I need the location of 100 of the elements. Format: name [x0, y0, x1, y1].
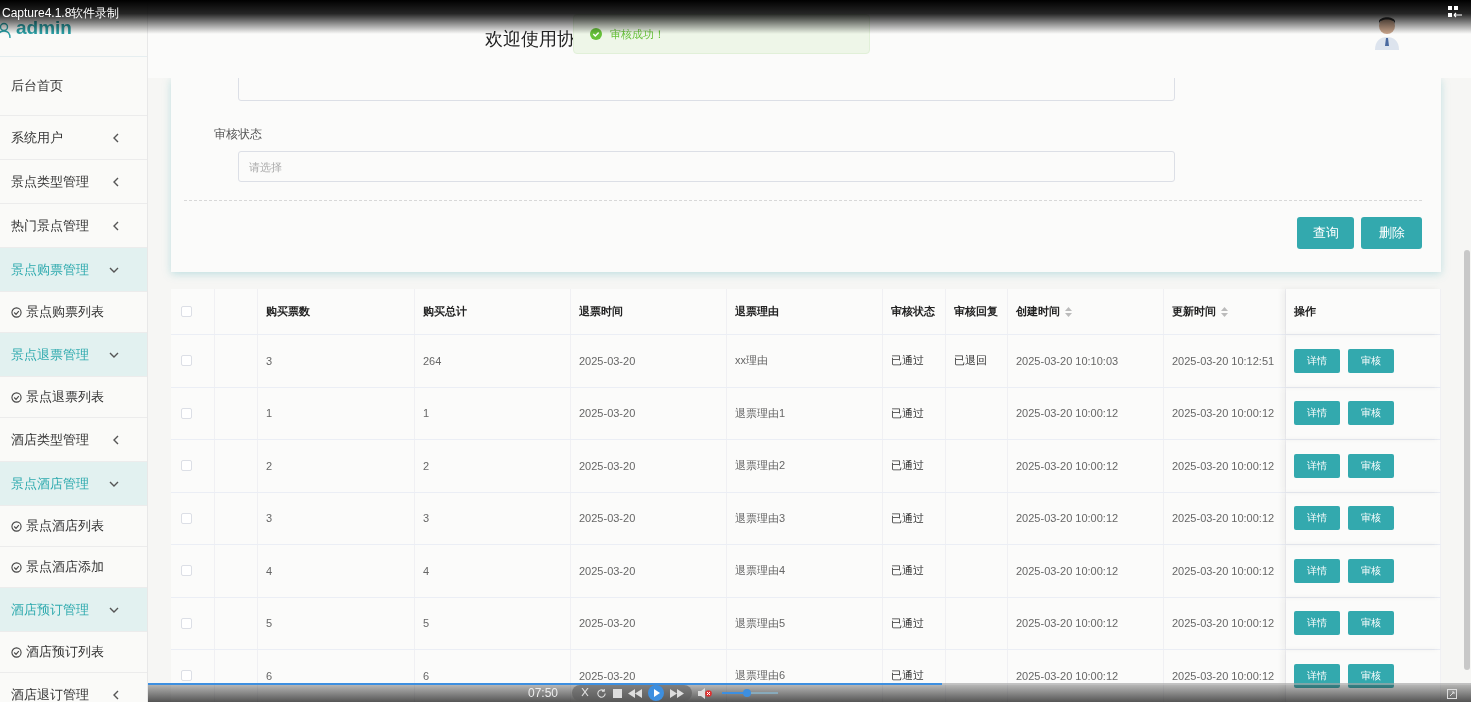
- check-circle-icon: [11, 306, 22, 318]
- action-button[interactable]: 详情: [1294, 663, 1340, 688]
- table-cell: 264: [423, 354, 442, 367]
- check-circle-icon: [11, 561, 22, 573]
- column-header: 购买总计: [423, 304, 467, 319]
- table-cell: 2025-03-20 10:10:03: [1016, 354, 1119, 367]
- table-cell: 2025-03-20: [579, 407, 636, 420]
- chevron-down-icon: [109, 266, 119, 273]
- toast-message: 审核成功！: [610, 26, 665, 42]
- grid-icon[interactable]: [1448, 6, 1462, 18]
- chevron-down-icon: [109, 480, 119, 487]
- fullscreen-icon[interactable]: [1447, 689, 1457, 699]
- table-cell: 2025-03-20 10:00:12: [1016, 407, 1119, 420]
- sidebar-menu-item[interactable]: 景点退票管理: [0, 333, 147, 377]
- stop-icon[interactable]: [613, 688, 623, 698]
- recorder-title: Capture4.1.8软件录制: [2, 5, 120, 20]
- table-cell: 已通过: [891, 668, 924, 684]
- action-button[interactable]: 详情: [1294, 611, 1340, 636]
- table-cell: 退票理由3: [735, 510, 786, 526]
- action-button[interactable]: 详情: [1294, 453, 1340, 478]
- sidebar-menu-item[interactable]: 景点酒店管理: [0, 462, 147, 506]
- table-cell: 2025-03-20 10:00:12: [1172, 669, 1275, 682]
- sidebar-subitem[interactable]: 景点酒店列表: [0, 506, 147, 547]
- table-cell: 2: [423, 459, 430, 472]
- table-cell: 退票理由6: [735, 668, 786, 684]
- row-checkbox[interactable]: [181, 617, 192, 629]
- action-button[interactable]: 审核: [1348, 453, 1394, 478]
- row-checkbox[interactable]: [181, 460, 192, 472]
- column-header: 退票理由: [735, 304, 779, 319]
- action-button[interactable]: 详情: [1294, 558, 1340, 583]
- rewind-icon[interactable]: [628, 688, 643, 698]
- row-checkbox[interactable]: [181, 670, 192, 682]
- action-button[interactable]: 审核: [1348, 663, 1394, 688]
- table-cell: 2025-03-20: [579, 564, 636, 577]
- action-button[interactable]: 审核: [1348, 558, 1394, 583]
- text-field[interactable]: [238, 78, 1175, 101]
- table-cell: 6: [266, 669, 273, 682]
- scrollbar[interactable]: [1464, 250, 1470, 670]
- table-cell: 退票理由1: [735, 405, 786, 421]
- row-checkbox[interactable]: [181, 512, 192, 524]
- table-cell: 2025-03-20 10:00:12: [1172, 459, 1275, 472]
- table-cell: 2025-03-20: [579, 669, 636, 682]
- action-button[interactable]: 详情: [1294, 506, 1340, 531]
- table-cell: 4: [266, 564, 273, 577]
- sidebar-subitem[interactable]: 酒店预订列表: [0, 632, 147, 673]
- select-all-checkbox[interactable]: [181, 306, 192, 317]
- chevron-down-icon: [109, 606, 119, 613]
- action-button[interactable]: 审核: [1348, 401, 1394, 426]
- check-circle-icon: [11, 391, 22, 403]
- table-cell: 5: [423, 617, 430, 630]
- table-cell: 3: [266, 512, 273, 525]
- sort-icon[interactable]: [1221, 306, 1228, 317]
- column-header: 审核回复: [954, 304, 998, 319]
- sidebar-menu-item[interactable]: 景点购票管理: [0, 248, 147, 292]
- table-cell: 退票理由5: [735, 615, 786, 631]
- loop-icon[interactable]: [596, 687, 608, 699]
- delete-button[interactable]: 删除: [1361, 217, 1422, 249]
- table-cell: 已通过: [891, 353, 924, 369]
- table-cell: 2025-03-20 10:00:12: [1016, 512, 1119, 525]
- check-circle-icon: [11, 520, 22, 532]
- table-cell: 2025-03-20 10:00:12: [1016, 617, 1119, 630]
- sidebar-menu-item[interactable]: 系统用户: [0, 116, 147, 160]
- row-checkbox[interactable]: [181, 407, 192, 419]
- sidebar-menu-item[interactable]: 酒店预订管理: [0, 588, 147, 632]
- table-cell: 1: [423, 407, 430, 420]
- avatar-icon[interactable]: [1374, 16, 1400, 50]
- column-header: 购买票数: [266, 304, 310, 319]
- table-cell: 2025-03-20 10:00:12: [1172, 617, 1275, 630]
- table-cell: 2025-03-20 10:12:51: [1172, 354, 1275, 367]
- table-cell: 退票理由2: [735, 458, 786, 474]
- column-header: 退票时间: [579, 304, 623, 319]
- action-button[interactable]: 审核: [1348, 348, 1394, 373]
- column-header: 操作: [1294, 304, 1316, 319]
- action-button[interactable]: 审核: [1348, 506, 1394, 531]
- action-button[interactable]: 详情: [1294, 348, 1340, 373]
- column-header: 更新时间: [1172, 304, 1216, 319]
- mute-icon[interactable]: [698, 687, 713, 699]
- fast-forward-icon[interactable]: [670, 688, 685, 698]
- row-checkbox[interactable]: [181, 565, 192, 577]
- table-cell: 2025-03-20 10:00:12: [1172, 512, 1275, 525]
- query-button[interactable]: 查询: [1297, 217, 1354, 249]
- sidebar-subitem[interactable]: 景点退票列表: [0, 377, 147, 418]
- table-cell: 已退回: [954, 353, 987, 369]
- table-cell: 2025-03-20 10:00:12: [1172, 564, 1275, 577]
- table-cell: 2025-03-20: [579, 459, 636, 472]
- table-cell: 2025-03-20 10:00:12: [1016, 459, 1119, 472]
- play-icon[interactable]: [648, 685, 665, 701]
- action-button[interactable]: 详情: [1294, 401, 1340, 426]
- sidebar-menu-item[interactable]: 酒店退订管理: [0, 673, 147, 702]
- row-checkbox[interactable]: [181, 355, 192, 367]
- playback-time: 07:50: [528, 686, 559, 700]
- table-cell: 6: [423, 669, 430, 682]
- table-cell: 3: [423, 512, 430, 525]
- table-cell: 2025-03-20: [579, 512, 636, 525]
- user-name: admin: [16, 17, 72, 39]
- action-button[interactable]: 审核: [1348, 611, 1394, 636]
- sidebar-menu-item[interactable]: 景点类型管理: [0, 160, 147, 204]
- status-select[interactable]: 请选择: [238, 151, 1175, 182]
- sort-icon[interactable]: [1065, 306, 1072, 317]
- sidebar-item[interactable]: 后台首页: [0, 57, 147, 116]
